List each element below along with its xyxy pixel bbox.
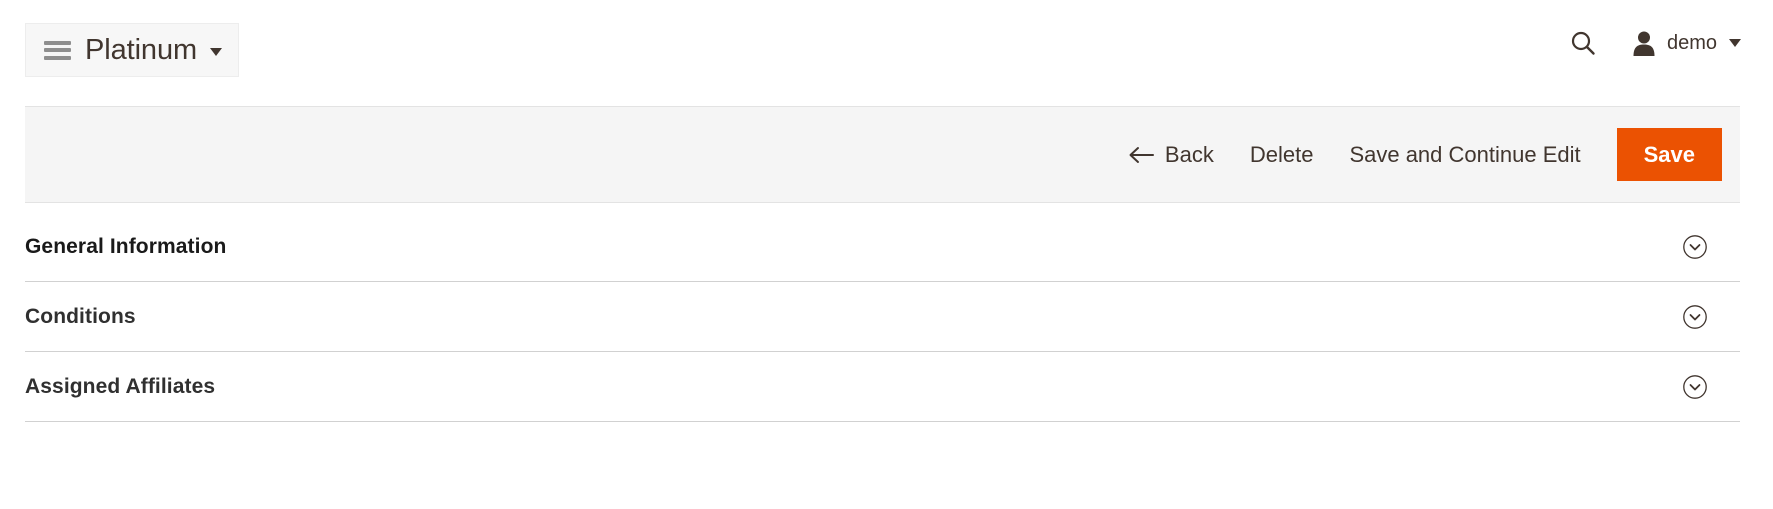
- section-assigned-affiliates[interactable]: Assigned Affiliates: [25, 352, 1740, 422]
- main-menu-label: Platinum: [85, 33, 198, 66]
- hamburger-icon: [44, 40, 71, 60]
- chevron-down-circle-icon[interactable]: [1682, 234, 1708, 260]
- user-account-menu[interactable]: demo: [1632, 30, 1741, 56]
- back-button-label: Back: [1164, 141, 1214, 167]
- main-menu-button[interactable]: Platinum: [25, 23, 240, 77]
- save-and-continue-edit-button[interactable]: Save and Continue Edit: [1349, 143, 1580, 166]
- page-header: Platinum demo: [0, 0, 1773, 92]
- header-actions: demo: [1566, 24, 1741, 62]
- collapsible-sections: General Information Conditions Assigned …: [25, 212, 1740, 422]
- user-avatar-icon: [1632, 30, 1656, 56]
- section-title: Assigned Affiliates: [25, 374, 216, 398]
- section-general-information[interactable]: General Information: [25, 212, 1740, 282]
- back-button[interactable]: Back: [1128, 142, 1214, 168]
- delete-button[interactable]: Delete: [1250, 143, 1314, 166]
- chevron-down-circle-icon[interactable]: [1682, 304, 1708, 330]
- chevron-down-icon: [1729, 39, 1741, 47]
- chevron-down-circle-icon[interactable]: [1682, 374, 1708, 400]
- search-button[interactable]: [1566, 26, 1600, 60]
- section-title: Conditions: [25, 304, 136, 328]
- section-title: General Information: [25, 234, 227, 258]
- chevron-down-icon: [210, 48, 223, 56]
- page-actions-toolbar: Back Delete Save and Continue Edit Save: [25, 106, 1740, 203]
- search-icon: [1571, 31, 1595, 55]
- user-name-label: demo: [1666, 32, 1717, 54]
- section-conditions[interactable]: Conditions: [25, 282, 1740, 352]
- save-button[interactable]: Save: [1616, 128, 1722, 181]
- arrow-left-icon: [1128, 146, 1154, 164]
